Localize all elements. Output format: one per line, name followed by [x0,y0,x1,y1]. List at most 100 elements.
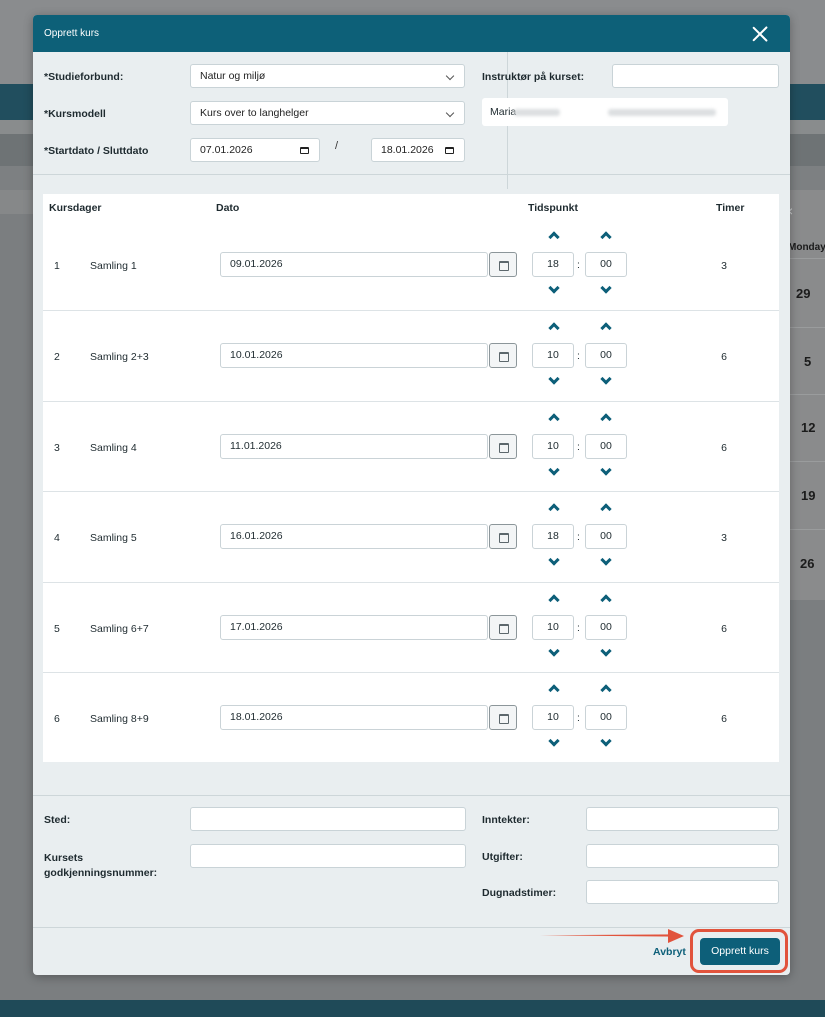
session-date-input[interactable]: 17.01.2026 [220,615,488,640]
hour-input[interactable]: 18 [532,252,574,277]
session-hours: 6 [721,442,727,454]
instructor-name: Maria [490,106,517,118]
divider [33,795,790,796]
minute-up-icon[interactable] [600,322,612,334]
calendar-button[interactable] [489,524,517,549]
time-separator: : [577,712,580,724]
hour-input[interactable]: 10 [532,343,574,368]
calendar-icon [300,147,309,154]
minute-up-icon[interactable] [600,231,612,243]
start-date-input[interactable]: 07.01.2026 [190,138,320,162]
income-label: Inntekter: [482,814,530,826]
minute-input[interactable]: 00 [585,252,627,277]
hour-input[interactable]: 18 [532,524,574,549]
minute-input[interactable]: 00 [585,524,627,549]
session-date-input[interactable]: 11.01.2026 [220,434,488,459]
minute-up-icon[interactable] [600,413,612,425]
hour-down-icon[interactable] [548,645,560,657]
end-date-value: 18.01.2026 [381,144,434,156]
location-label: Sted: [44,814,71,826]
hour-up-icon[interactable] [548,503,560,515]
hour-input[interactable]: 10 [532,615,574,640]
row-number: 3 [54,442,60,454]
hour-input[interactable]: 10 [532,434,574,459]
minute-down-icon[interactable] [600,373,612,385]
calendar-button[interactable] [489,434,517,459]
minute-down-icon[interactable] [600,735,612,747]
minute-up-icon[interactable] [600,503,612,515]
close-icon[interactable] [749,23,771,45]
instructor-search-input[interactable] [612,64,779,88]
hour-up-icon[interactable] [548,684,560,696]
session-date-input[interactable]: 18.01.2026 [220,705,488,730]
session-hours: 6 [721,623,727,635]
volunteer-hours-input[interactable] [586,880,779,904]
calendar-button[interactable] [489,343,517,368]
modal-header: Opprett kurs [33,15,790,52]
session-hours: 6 [721,351,727,363]
table-row: 5 Samling 6+7 17.01.2026 10 : 00 6 [43,582,779,672]
minute-input[interactable]: 00 [585,615,627,640]
minute-up-icon[interactable] [600,684,612,696]
column-header-days: Kursdager [49,202,102,214]
minute-down-icon[interactable] [600,464,612,476]
row-number: 2 [54,351,60,363]
hour-down-icon[interactable] [548,554,560,566]
income-input[interactable] [586,807,779,831]
minute-input[interactable]: 00 [585,434,627,459]
hour-down-icon[interactable] [548,464,560,476]
column-header-date: Dato [216,202,240,214]
end-date-input[interactable]: 18.01.2026 [371,138,465,162]
table-row: 4 Samling 5 16.01.2026 18 : 00 3 [43,491,779,581]
row-number: 5 [54,623,60,635]
session-date-input[interactable]: 16.01.2026 [220,524,488,549]
approval-number-input[interactable] [190,844,466,868]
course-days-table: Kursdager Dato Tidspunkt Timer 1 Samling… [43,194,779,762]
redacted-text [514,109,560,116]
hour-down-icon[interactable] [548,735,560,747]
chevron-down-icon [445,108,455,118]
calendar-date: 26 [800,556,815,571]
divider [790,258,825,259]
minute-down-icon[interactable] [600,554,612,566]
course-model-value: Kurs over to langhelger [200,107,309,119]
chevron-down-icon [445,71,455,81]
approval-number-label: Kursets godkjenningsnummer: [44,852,158,879]
calendar-button[interactable] [489,705,517,730]
session-date-input[interactable]: 09.01.2026 [220,252,488,277]
volunteer-hours-label: Dugnadstimer: [482,887,557,899]
table-row: 1 Samling 1 09.01.2026 18 : 00 3 [43,220,779,310]
session-name: Samling 8+9 [90,713,149,725]
calendar-button[interactable] [489,252,517,277]
hour-up-icon[interactable] [548,231,560,243]
minute-up-icon[interactable] [600,594,612,606]
expenses-input[interactable] [586,844,779,868]
hour-down-icon[interactable] [548,373,560,385]
divider [33,174,790,175]
study-association-select[interactable]: Natur og miljø [190,64,465,88]
minute-input[interactable]: 00 [585,343,627,368]
table-row: 6 Samling 8+9 18.01.2026 10 : 00 6 [43,672,779,762]
minute-down-icon[interactable] [600,645,612,657]
hour-down-icon[interactable] [548,282,560,294]
instructor-option[interactable]: Maria [482,98,728,126]
calendar-button[interactable] [489,615,517,640]
hour-input[interactable]: 10 [532,705,574,730]
time-separator: : [577,350,580,362]
expenses-label: Utgifter: [482,851,523,863]
calendar-date: 5 [804,354,812,369]
minute-down-icon[interactable] [600,282,612,294]
hour-up-icon[interactable] [548,413,560,425]
minute-input[interactable]: 00 [585,705,627,730]
location-input[interactable] [190,807,466,831]
modal-title: Opprett kurs [44,28,100,39]
course-model-select[interactable]: Kurs over to langhelger [190,101,465,125]
calendar-day-header: Monday [788,242,825,253]
session-name: Samling 2+3 [90,351,149,363]
cancel-button[interactable]: Avbryt [653,946,686,958]
hour-up-icon[interactable] [548,322,560,334]
hour-up-icon[interactable] [548,594,560,606]
session-date-input[interactable]: 10.01.2026 [220,343,488,368]
divider [790,394,825,395]
session-name: Samling 6+7 [90,623,149,635]
